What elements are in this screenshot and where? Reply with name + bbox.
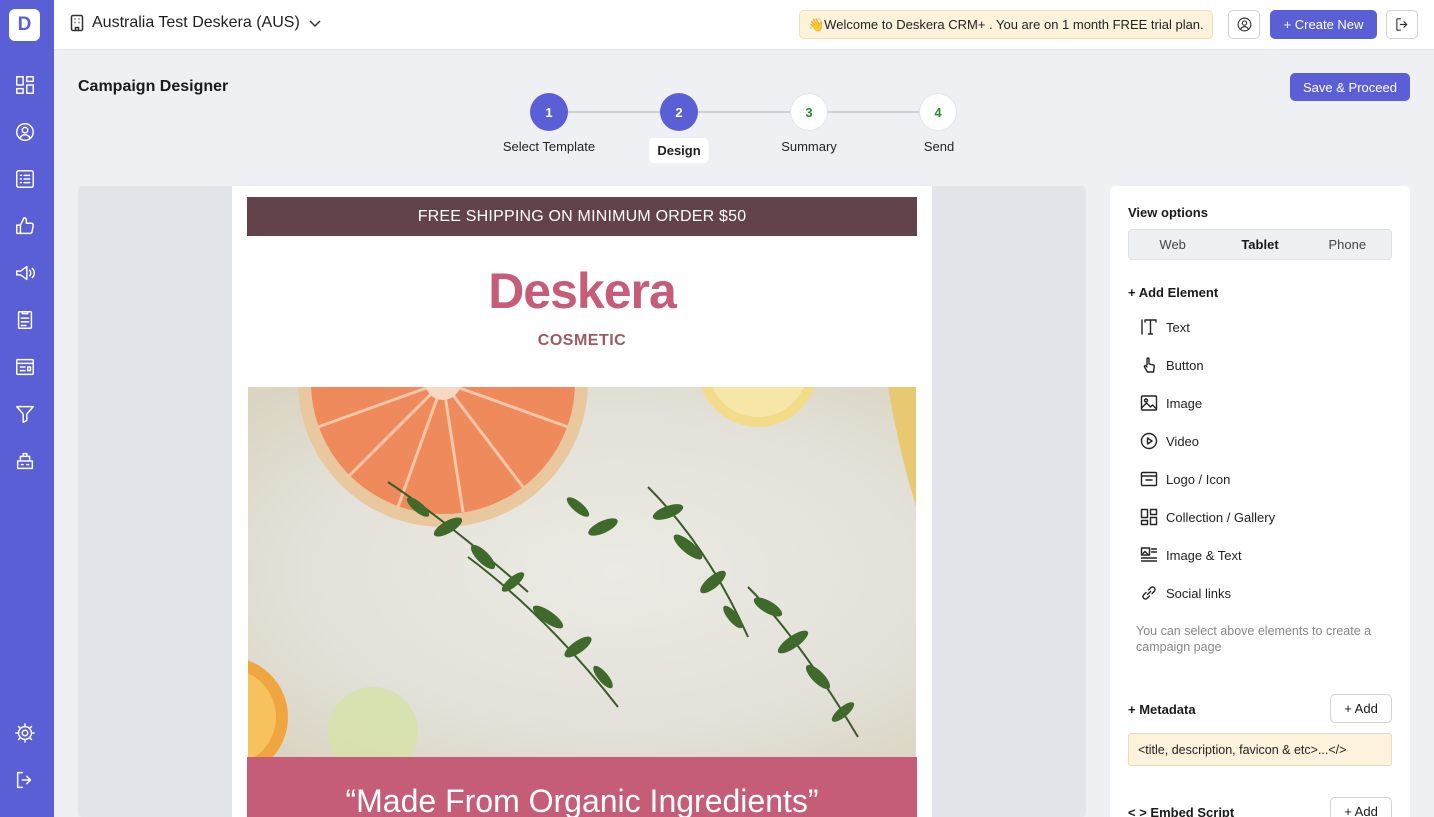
link-icon bbox=[1142, 586, 1156, 600]
element-button-label: Button bbox=[1166, 357, 1204, 373]
signout-icon bbox=[1395, 18, 1407, 31]
embed-script-title: < > Embed Script bbox=[1128, 805, 1235, 817]
hero-illustration bbox=[248, 387, 916, 757]
quote-block[interactable]: “Made From Organic Ingredients” bbox=[247, 757, 917, 817]
shipping-banner[interactable]: FREE SHIPPING ON MINIMUM ORDER $50 bbox=[247, 197, 917, 236]
view-web-option[interactable]: Web bbox=[1129, 230, 1216, 259]
properties-panel: View options Web Tablet Phone + Add Elem… bbox=[1110, 186, 1410, 817]
trial-banner: 👋Welcome to Deskera CRM+ . You are on 1 … bbox=[799, 10, 1213, 39]
hero-image[interactable] bbox=[248, 387, 916, 757]
metadata-add-button[interactable]: + Add bbox=[1330, 694, 1392, 723]
element-gallery-label: Collection / Gallery bbox=[1166, 509, 1276, 525]
user-icon bbox=[1237, 17, 1251, 32]
campaign-icon[interactable] bbox=[13, 261, 37, 285]
view-options-title: View options bbox=[1128, 205, 1208, 220]
element-image-label: Image bbox=[1166, 395, 1203, 411]
step-2-circle[interactable]: 2 bbox=[660, 93, 698, 131]
gallery-icon bbox=[1140, 508, 1158, 526]
profile-button[interactable] bbox=[1228, 10, 1260, 39]
video-icon bbox=[1140, 432, 1158, 450]
step-3-circle[interactable]: 3 bbox=[790, 93, 828, 131]
element-text-label: Text bbox=[1166, 319, 1190, 335]
contacts-icon[interactable] bbox=[13, 120, 37, 144]
element-image-text-label: Image & Text bbox=[1166, 547, 1242, 563]
tickets-icon[interactable] bbox=[13, 449, 37, 473]
email-preview: FREE SHIPPING ON MINIMUM ORDER $50 Deske… bbox=[232, 186, 932, 817]
add-element-title: + Add Element bbox=[1128, 285, 1219, 300]
topbar: Australia Test Deskera (AUS) 👋Welcome to… bbox=[54, 0, 1434, 50]
view-tablet-option[interactable]: Tablet bbox=[1216, 230, 1303, 259]
logout-icon[interactable] bbox=[13, 768, 37, 792]
element-social-label: Social links bbox=[1166, 585, 1232, 601]
deals-icon[interactable] bbox=[13, 214, 37, 238]
element-logo-label: Logo / Icon bbox=[1166, 471, 1231, 487]
metadata-title: + Metadata bbox=[1128, 702, 1196, 717]
image-text-icon bbox=[1140, 547, 1158, 562]
step-1-label: Select Template bbox=[502, 139, 596, 154]
signout-button[interactable] bbox=[1386, 10, 1418, 39]
page-title: Campaign Designer bbox=[78, 78, 229, 95]
element-logo[interactable]: Logo / Icon bbox=[1140, 469, 1230, 489]
embed-add-button[interactable]: + Add bbox=[1330, 797, 1392, 817]
funnel-icon[interactable] bbox=[13, 402, 37, 426]
element-video-label: Video bbox=[1166, 433, 1200, 449]
step-3-label: Summary bbox=[781, 139, 837, 154]
create-new-button[interactable]: + Create New bbox=[1270, 10, 1377, 39]
step-4-label: Send bbox=[923, 139, 955, 154]
element-video[interactable]: Video bbox=[1140, 431, 1199, 451]
step-4-circle[interactable]: 4 bbox=[919, 93, 957, 131]
brand-subtitle[interactable]: COSMETIC bbox=[232, 332, 932, 350]
step-1-circle[interactable]: 1 bbox=[530, 93, 568, 131]
view-options-toggle: Web Tablet Phone bbox=[1128, 229, 1392, 260]
step-2-label: Design bbox=[649, 138, 709, 163]
stepper-track bbox=[549, 111, 939, 113]
element-text[interactable]: Text bbox=[1140, 317, 1190, 337]
sidebar: D bbox=[0, 0, 54, 817]
app-logo[interactable]: D bbox=[9, 9, 40, 41]
list-icon[interactable] bbox=[13, 167, 37, 191]
dashboard-icon[interactable] bbox=[13, 73, 37, 97]
forms-icon[interactable] bbox=[13, 308, 37, 332]
button-icon bbox=[1143, 357, 1155, 373]
element-image[interactable]: Image bbox=[1140, 393, 1202, 413]
building-icon bbox=[70, 14, 84, 32]
element-image-text[interactable]: Image & Text bbox=[1140, 545, 1242, 565]
chevron-down-icon bbox=[309, 20, 321, 28]
org-selector[interactable]: Australia Test Deskera (AUS) bbox=[70, 14, 322, 32]
view-phone-option[interactable]: Phone bbox=[1304, 230, 1391, 259]
brand-logo[interactable]: Deskera bbox=[232, 262, 932, 320]
element-social-links[interactable]: Social links bbox=[1140, 583, 1231, 603]
element-gallery[interactable]: Collection / Gallery bbox=[1140, 507, 1275, 527]
element-button[interactable]: Button bbox=[1140, 355, 1204, 375]
logo-icon bbox=[1140, 471, 1158, 487]
design-canvas: FREE SHIPPING ON MINIMUM ORDER $50 Deske… bbox=[78, 186, 1086, 817]
save-proceed-button[interactable]: Save & Proceed bbox=[1290, 73, 1410, 101]
settings-icon[interactable] bbox=[13, 721, 37, 745]
metadata-field[interactable]: <title, description, favicon & etc>...</… bbox=[1128, 733, 1392, 766]
image-icon bbox=[1140, 395, 1158, 411]
text-icon bbox=[1141, 319, 1157, 335]
org-name: Australia Test Deskera (AUS) bbox=[92, 14, 300, 31]
landing-page-icon[interactable] bbox=[13, 355, 37, 379]
elements-hint: You can select above elements to create … bbox=[1136, 624, 1372, 654]
